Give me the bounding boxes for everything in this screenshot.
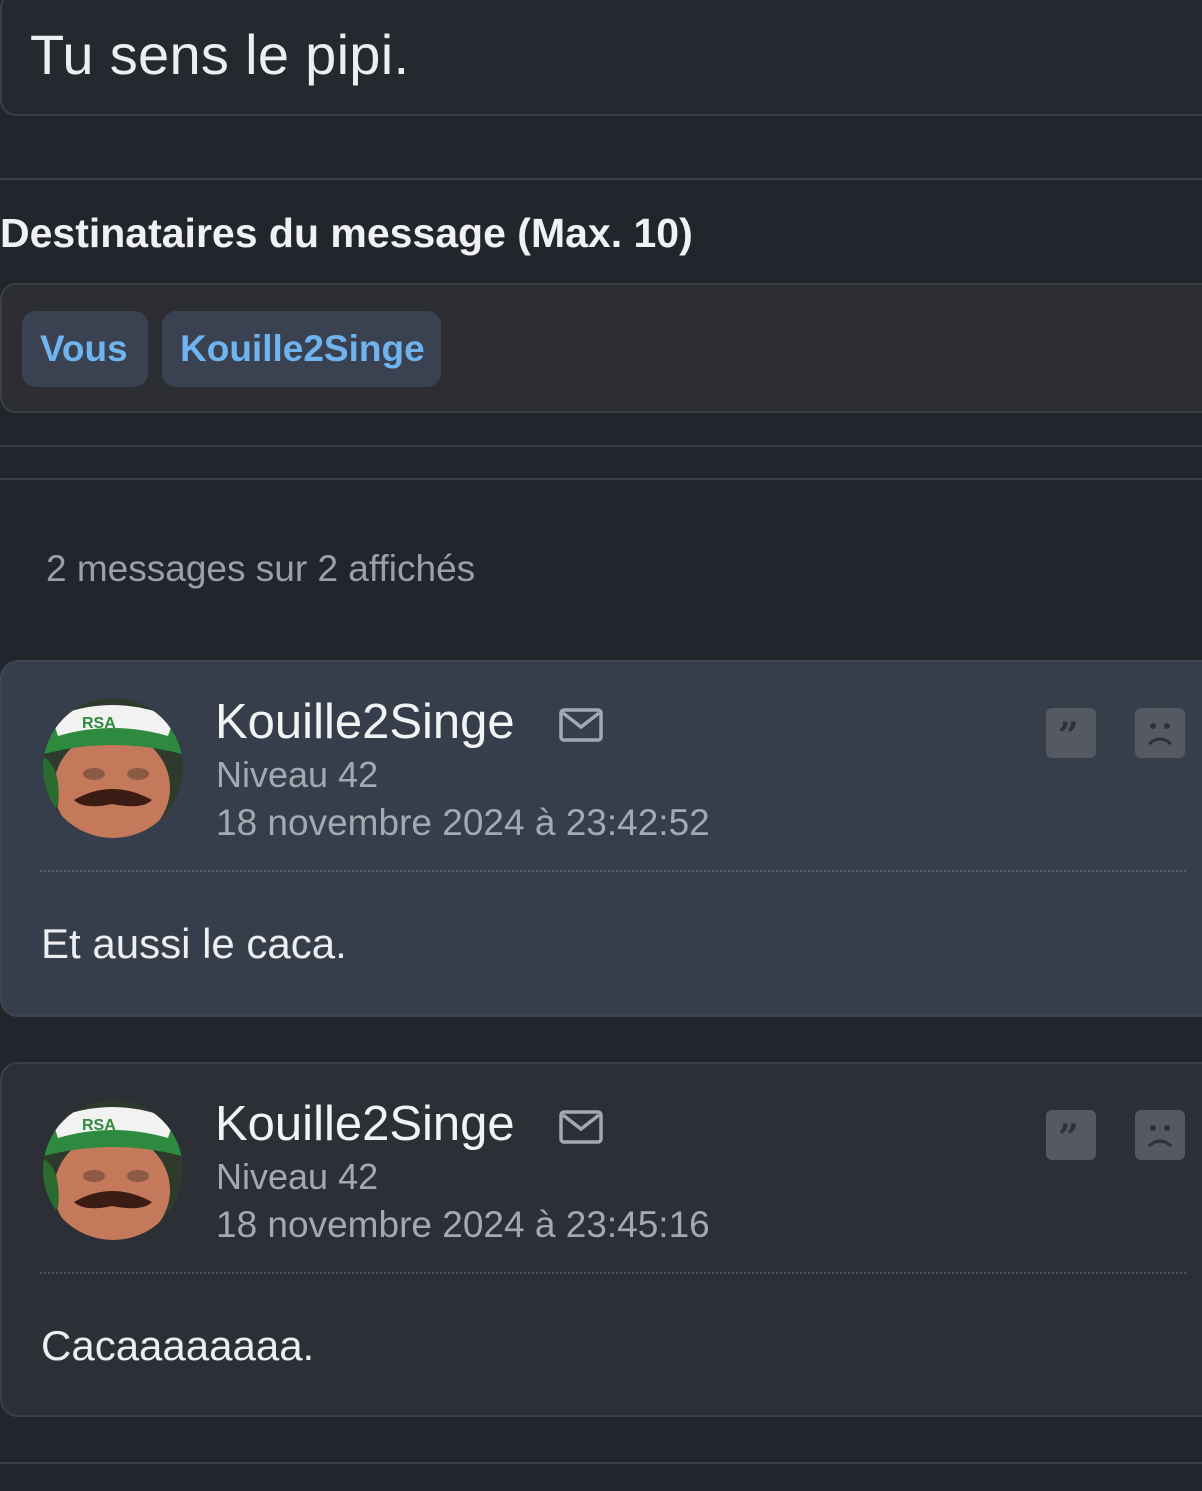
avatar[interactable]: RSA: [42, 696, 184, 840]
message-date: 18 novembre 2024 à 23:42:52: [216, 802, 710, 843]
divider: [0, 1462, 1202, 1464]
message-card: RSA Kouille2Singe Niveau 42 18 novembre …: [0, 660, 1202, 1017]
quote-icon: ”: [1058, 1117, 1079, 1159]
author-level: Niveau 42: [216, 1156, 379, 1197]
subject-box: Tu sens le pipi.: [0, 0, 1202, 116]
quote-button[interactable]: ”: [1046, 708, 1096, 758]
message-body: Cacaaaaaaaa.: [41, 1322, 315, 1369]
sad-face-icon: [1147, 1125, 1173, 1148]
message-body: Et aussi le caca.: [41, 920, 347, 967]
mail-icon[interactable]: [559, 1110, 603, 1144]
message-divider: [40, 1272, 1186, 1274]
report-button[interactable]: [1135, 708, 1185, 758]
author-name[interactable]: Kouille2Singe: [215, 694, 515, 750]
divider: [0, 445, 1202, 447]
report-button[interactable]: [1135, 1110, 1185, 1160]
svg-text:”: ”: [1058, 1117, 1079, 1159]
messages-count: 2 messages sur 2 affichés: [46, 548, 476, 589]
author-level: Niveau 42: [216, 754, 379, 795]
recipients-title: Destinataires du message (Max. 10): [0, 210, 693, 256]
author-name[interactable]: Kouille2Singe: [215, 1096, 515, 1152]
svg-text:”: ”: [1058, 715, 1079, 757]
divider: [0, 178, 1202, 180]
recipients-box: Vous Kouille2Singe: [0, 283, 1202, 413]
message-card: RSA Kouille2Singe Niveau 42 18 novembre …: [0, 1062, 1202, 1417]
avatar[interactable]: RSA: [42, 1098, 184, 1242]
recipient-chip-kouille2singe[interactable]: Kouille2Singe: [162, 311, 441, 387]
private-message-page: Tu sens le pipi. Destinataires du messag…: [0, 0, 1202, 1491]
message-divider: [40, 870, 1186, 872]
sad-face-icon: [1147, 723, 1173, 746]
svg-text:RSA: RSA: [82, 715, 116, 732]
message-date: 18 novembre 2024 à 23:45:16: [216, 1204, 710, 1245]
subject-text: Tu sens le pipi.: [30, 23, 410, 86]
svg-text:RSA: RSA: [82, 1117, 116, 1134]
mail-icon[interactable]: [559, 708, 603, 742]
quote-button[interactable]: ”: [1046, 1110, 1096, 1160]
divider: [0, 478, 1202, 480]
recipient-chip-you[interactable]: Vous: [22, 311, 148, 387]
quote-icon: ”: [1058, 715, 1079, 757]
